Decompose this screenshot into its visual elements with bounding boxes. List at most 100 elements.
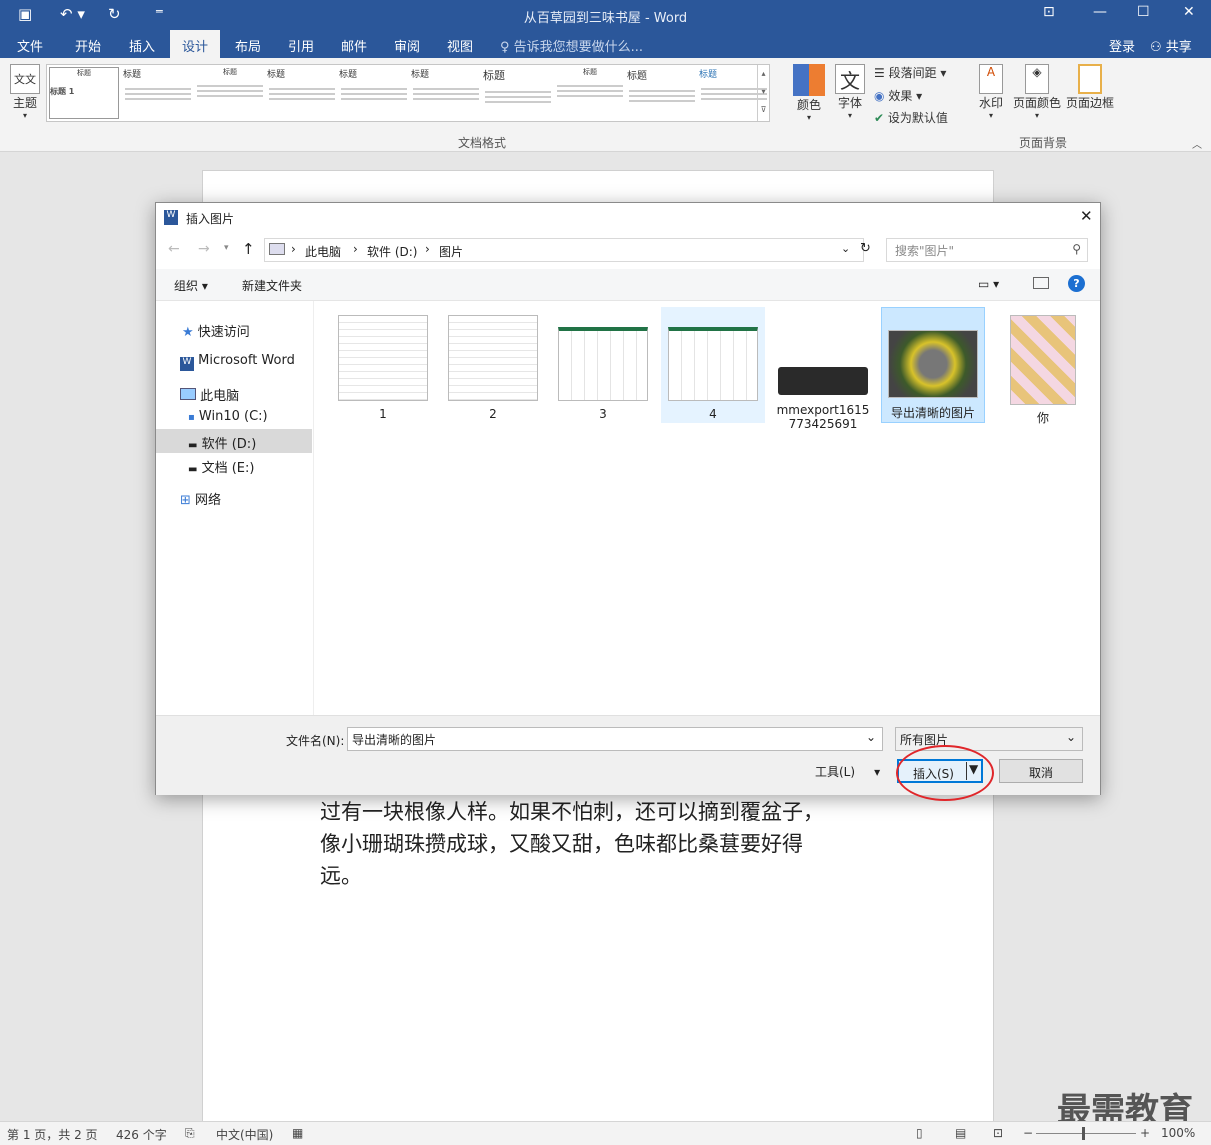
navigation-pane: ★ 快速访问 W Microsoft Word 此电脑 ▪ Win10 (C:)… bbox=[156, 301, 314, 715]
insert-picture-dialog: W 插入图片 ✕ ← → ▾ ↑ › 此电脑 › 软件 (D:) › 图片 ⌄ … bbox=[155, 202, 1101, 795]
nav-quick-access[interactable]: ★ 快速访问 bbox=[182, 321, 250, 340]
tab-references[interactable]: 引用 bbox=[288, 36, 314, 55]
macro-icon[interactable]: ▦ bbox=[292, 1126, 303, 1140]
tools-button[interactable]: 工具(L) ▾ bbox=[815, 763, 880, 780]
new-folder-button[interactable]: 新建文件夹 bbox=[242, 277, 302, 294]
page-color-button[interactable]: ◈ 页面颜色 ▾ bbox=[1012, 64, 1062, 120]
tell-me-search[interactable]: ♀ 告诉我您想要做什么... bbox=[500, 36, 643, 55]
nav-network[interactable]: ⊞ 网络 bbox=[180, 489, 221, 508]
tab-view[interactable]: 视图 bbox=[447, 36, 473, 55]
file-item[interactable]: 3 bbox=[551, 307, 655, 423]
file-thumbnail bbox=[888, 330, 978, 398]
chevron-down-icon: ⌄ bbox=[1065, 730, 1076, 744]
style-set-item[interactable]: 标题 bbox=[123, 67, 193, 119]
gallery-scroll[interactable]: ▴ ▾ ⊽ bbox=[757, 65, 769, 121]
theme-button[interactable]: 文文 主题 ▾ bbox=[8, 64, 42, 120]
help-icon[interactable]: ? bbox=[1068, 275, 1085, 292]
ribbon-tabs: 文件 开始 插入 设计 布局 引用 邮件 审阅 视图 ♀ 告诉我您想要做什么..… bbox=[0, 30, 1211, 58]
breadcrumb-pc[interactable]: 此电脑 bbox=[305, 243, 341, 260]
file-item[interactable]: mmexport1615773425691 bbox=[771, 307, 875, 447]
style-set-item[interactable]: 标题 bbox=[411, 67, 481, 119]
style-set-item[interactable]: 标题 bbox=[555, 67, 625, 119]
maximize-icon[interactable]: ☐ bbox=[1137, 4, 1150, 20]
file-thumbnail bbox=[1010, 315, 1076, 405]
page-border-button[interactable]: 页面边框 bbox=[1065, 64, 1115, 111]
breadcrumb-d[interactable]: 软件 (D:) bbox=[367, 243, 417, 260]
back-icon[interactable]: ← bbox=[168, 241, 180, 257]
highlight-ellipse bbox=[896, 745, 994, 801]
doc-line: 过有一块根像人样。如果不怕刺，还可以摘到覆盆子， bbox=[320, 800, 824, 824]
page-count[interactable]: 第 1 页，共 2 页 bbox=[7, 1126, 98, 1143]
tab-layout[interactable]: 布局 bbox=[235, 36, 261, 55]
address-dropdown-icon[interactable]: ⌄ bbox=[841, 242, 850, 255]
zoom-level[interactable]: 100% bbox=[1161, 1126, 1195, 1140]
style-set-gallery[interactable]: 标题 标题 1 标题 标题 标题 标题 标题 标题 标题 标题 标题 ▴ ▾ ⊽ bbox=[46, 64, 770, 122]
word-count[interactable]: 426 个字 bbox=[116, 1126, 167, 1143]
minimize-icon[interactable]: — bbox=[1093, 4, 1107, 20]
set-default-button[interactable]: ✔ 设为默认值 bbox=[874, 109, 948, 126]
search-icon: ⚲ bbox=[1072, 242, 1081, 256]
nav-drive-d[interactable]: ▬ 软件 (D:) bbox=[188, 433, 256, 452]
style-set-item[interactable]: 标题 bbox=[267, 67, 337, 119]
file-item[interactable]: 2 bbox=[441, 307, 545, 423]
file-item[interactable]: 1 bbox=[331, 307, 435, 423]
ribbon-options-icon[interactable]: ⊡ bbox=[1043, 4, 1055, 20]
style-set-item[interactable]: 标题 bbox=[195, 67, 265, 119]
tab-mailings[interactable]: 邮件 bbox=[341, 36, 367, 55]
tab-review[interactable]: 审阅 bbox=[394, 36, 420, 55]
web-layout-icon[interactable]: ⊡ bbox=[993, 1126, 1003, 1140]
command-bar: 组织 ▾ 新建文件夹 ▭ ▾ ? bbox=[156, 269, 1100, 301]
close-icon[interactable]: ✕ bbox=[1183, 4, 1195, 20]
collapse-ribbon-icon[interactable]: ︿ bbox=[1192, 136, 1202, 151]
effects-button[interactable]: ◉ 效果 ▾ bbox=[874, 87, 922, 104]
style-set-item[interactable]: 标题 bbox=[339, 67, 409, 119]
zoom-in-icon[interactable]: + bbox=[1140, 1126, 1150, 1140]
preview-pane-icon[interactable] bbox=[1033, 277, 1049, 289]
filename-input[interactable]: 导出清晰的图片 ⌄ bbox=[347, 727, 883, 751]
organize-button[interactable]: 组织 ▾ bbox=[174, 277, 208, 294]
search-input[interactable]: 搜索"图片" ⚲ bbox=[886, 238, 1088, 262]
nav-this-pc[interactable]: 此电脑 bbox=[180, 385, 239, 404]
zoom-out-icon[interactable]: − bbox=[1023, 1126, 1033, 1140]
zoom-slider[interactable] bbox=[1036, 1133, 1136, 1134]
file-item[interactable]: 4 bbox=[661, 307, 765, 423]
language[interactable]: 中文(中国) bbox=[216, 1126, 273, 1143]
view-options-icon[interactable]: ▭ ▾ bbox=[978, 277, 999, 291]
proofing-icon[interactable]: ⎘ bbox=[185, 1126, 195, 1141]
tab-insert[interactable]: 插入 bbox=[129, 36, 155, 55]
watermark-button[interactable]: A 水印 ▾ bbox=[974, 64, 1008, 120]
recent-dropdown-icon[interactable]: ▾ bbox=[224, 243, 229, 253]
ribbon: 文文 主题 ▾ 标题 标题 1 标题 标题 标题 标题 标题 标题 标题 标题 标… bbox=[0, 58, 1211, 152]
group-label-page-bg: 页面背景 bbox=[1019, 136, 1068, 150]
file-item[interactable]: 你 bbox=[991, 307, 1095, 425]
file-item-selected[interactable]: 导出清晰的图片 bbox=[881, 307, 985, 423]
paragraph-spacing-button[interactable]: ☰ 段落间距 ▾ bbox=[874, 64, 946, 81]
breadcrumb-pictures[interactable]: 图片 bbox=[439, 243, 463, 260]
refresh-icon[interactable]: ↻ bbox=[860, 241, 871, 256]
pc-icon bbox=[269, 243, 285, 255]
share-button[interactable]: ⚇ 共享 bbox=[1150, 36, 1192, 55]
login-link[interactable]: 登录 bbox=[1109, 36, 1135, 55]
tab-home[interactable]: 开始 bbox=[75, 36, 101, 55]
style-set-item[interactable]: 标题 标题 1 bbox=[49, 67, 119, 119]
nav-drive-e[interactable]: ▬ 文档 (E:) bbox=[188, 457, 254, 476]
nav-microsoft-word[interactable]: W Microsoft Word bbox=[180, 353, 295, 371]
colors-button[interactable]: 颜色 ▾ bbox=[790, 64, 828, 122]
up-icon[interactable]: ↑ bbox=[242, 240, 255, 258]
print-layout-icon[interactable]: ▤ bbox=[955, 1126, 966, 1140]
word-icon: W bbox=[180, 357, 194, 371]
style-set-item[interactable]: 标题 bbox=[483, 67, 553, 119]
chevron-down-icon[interactable]: ⌄ bbox=[866, 730, 876, 744]
tab-file[interactable]: 文件 bbox=[17, 36, 43, 55]
fonts-button[interactable]: 文 字体 ▾ bbox=[832, 64, 868, 120]
cancel-button[interactable]: 取消 bbox=[999, 759, 1083, 783]
dialog-title: 插入图片 bbox=[186, 212, 235, 226]
tab-design[interactable]: 设计 bbox=[170, 30, 221, 58]
style-set-item[interactable]: 标题 bbox=[627, 67, 697, 119]
nav-drive-c[interactable]: ▪ Win10 (C:) bbox=[188, 409, 268, 424]
forward-icon[interactable]: → bbox=[198, 241, 210, 257]
address-bar[interactable]: › 此电脑 › 软件 (D:) › 图片 ⌄ bbox=[264, 238, 864, 262]
dialog-close-icon[interactable]: ✕ bbox=[1080, 207, 1093, 225]
read-mode-icon[interactable]: ▯ bbox=[916, 1126, 923, 1140]
zoom-thumb[interactable] bbox=[1082, 1127, 1085, 1140]
